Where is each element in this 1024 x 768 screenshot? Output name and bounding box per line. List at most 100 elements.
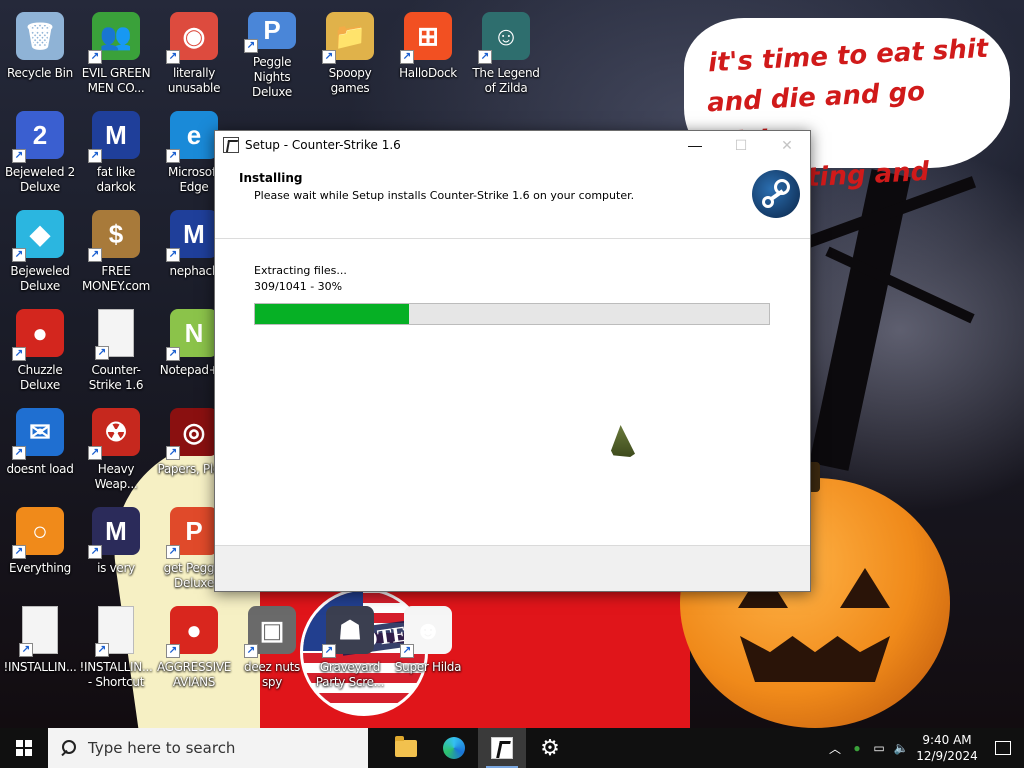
setup-window[interactable]: Setup - Counter-Strike 1.6 — ☐ ✕ Install… — [214, 130, 811, 592]
desktop-icon-label: Peggle Nights Deluxe — [252, 55, 292, 99]
desktop-icon-label: Everything — [9, 561, 71, 575]
counter-strike-icon — [223, 137, 239, 153]
minimize-button[interactable]: — — [672, 131, 718, 159]
peggle-icon: P ↗ — [244, 12, 296, 53]
desktop-icon-label: FREE MONEY.com — [82, 264, 150, 293]
notification-button[interactable] — [982, 728, 1024, 768]
title-bar[interactable]: Setup - Counter-Strike 1.6 — ☐ ✕ — [215, 131, 810, 159]
desktop-icon[interactable]: M ↗ fat like darkok — [77, 107, 155, 199]
desktop-icon[interactable]: ▣ ↗ deez nuts spy — [233, 602, 311, 694]
desktop-icon-label: !INSTALLIN... — [3, 660, 77, 674]
desktop-icon-label: HalloDock — [399, 66, 457, 80]
document-icon: ↗ — [19, 606, 58, 657]
papers-please-icon: ◎ ↗ — [166, 408, 218, 460]
radiation-icon: ☢ ↗ — [88, 408, 140, 460]
desktop-icon-label: !INSTALLIN... - Shortcut — [79, 660, 153, 689]
hilda-icon: ☻ ↗ — [400, 606, 452, 658]
shortcut-arrow-icon: ↗ — [12, 545, 26, 559]
notification-icon — [995, 741, 1011, 755]
desktop-icon[interactable]: ✉ ↗ doesnt load — [1, 404, 79, 496]
desktop-icon[interactable]: 📁 ↗ Spoopy games — [311, 8, 389, 100]
desktop-icon[interactable]: ⊞ ↗ HalloDock — [389, 8, 467, 100]
peggle-icon: P ↗ — [166, 507, 218, 559]
progress-bar — [254, 303, 770, 325]
taskbar-settings[interactable]: ⚙ — [526, 728, 574, 768]
desktop-icon[interactable]: ◆ ↗ Bejeweled Deluxe — [1, 206, 79, 298]
desktop-icon-label: Recycle Bin — [7, 66, 73, 80]
shortcut-arrow-icon: ↗ — [244, 644, 258, 658]
desktop-icon[interactable]: 2 ↗ Bejeweled 2 Deluxe — [1, 107, 79, 199]
desktop-icon-label: Chuzzle Deluxe — [17, 363, 63, 392]
desktop-icon-label: Bejeweled Deluxe — [10, 264, 70, 293]
wizard-header: Installing Please wait while Setup insta… — [215, 159, 810, 239]
windows-logo-icon: ⊞ ↗ — [400, 12, 452, 64]
desktop-icon[interactable]: ☢ ↗ Heavy Weap... — [77, 404, 155, 496]
desktop-icon[interactable]: P ↗ Peggle Nights Deluxe — [233, 8, 311, 100]
search-placeholder: Type here to search — [88, 739, 236, 757]
volume-icon[interactable]: 🔈 — [890, 728, 912, 768]
shortcut-arrow-icon: ↗ — [12, 347, 26, 361]
desktop-icon[interactable]: ↗ Counter-Strike 1.6 — [77, 305, 155, 397]
chuzzle-icon: ● ↗ — [12, 309, 64, 361]
taskbar-search[interactable]: Type here to search — [48, 728, 368, 768]
shortcut-arrow-icon: ↗ — [166, 248, 180, 262]
desktop-icon-label: Bejeweled 2 Deluxe — [4, 165, 75, 194]
desktop-icon[interactable]: ● ↗ AGGRESSIVE AVIANS — [155, 602, 233, 694]
shortcut-arrow-icon: ↗ — [95, 643, 109, 657]
desktop-icon[interactable]: ↗ !INSTALLIN... — [1, 602, 79, 694]
desktop-icon[interactable]: ☻ ↗ Super Hilda — [389, 602, 467, 694]
desktop-icon[interactable]: ↗ !INSTALLIN... - Shortcut — [77, 602, 155, 694]
desktop-icon[interactable]: ● ↗ Chuzzle Deluxe — [1, 305, 79, 397]
desktop-icon[interactable]: M ↗ is very — [77, 503, 155, 595]
desktop-icon[interactable]: 👥 ↗ EVIL GREEN MEN CO... — [77, 8, 155, 100]
desktop-icon-label: Graveyard Party Scre... — [315, 660, 385, 689]
desktop-icon[interactable]: 🗑 Recycle Bin — [1, 8, 79, 100]
folder-icon: 📁 ↗ — [322, 12, 374, 64]
wizard-body: Extracting files... 309/1041 - 30% — [215, 239, 810, 561]
bejeweled-icon: ◆ ↗ — [12, 210, 64, 262]
search-icon — [60, 740, 76, 756]
shortcut-arrow-icon: ↗ — [244, 39, 258, 53]
shortcut-arrow-icon: ↗ — [166, 149, 180, 163]
desktop-icon-label: is very — [97, 561, 135, 575]
start-button[interactable] — [0, 728, 48, 768]
page-subtitle: Please wait while Setup installs Counter… — [254, 189, 635, 202]
mpl-icon: M ↗ — [166, 210, 218, 262]
shortcut-arrow-icon: ↗ — [19, 643, 33, 657]
shortcut-arrow-icon: ↗ — [12, 149, 26, 163]
taskbar-counter-strike-setup[interactable] — [478, 728, 526, 768]
money-bag-icon: $ ↗ — [88, 210, 140, 262]
mpl-icon: M ↗ — [88, 111, 140, 163]
taskbar-edge[interactable] — [430, 728, 478, 768]
shortcut-arrow-icon: ↗ — [322, 50, 336, 64]
people-icon[interactable]: ● — [846, 728, 868, 768]
mpl-shield-icon: M ↗ — [88, 507, 140, 559]
taskbar-file-explorer[interactable] — [382, 728, 430, 768]
shortcut-arrow-icon: ↗ — [400, 50, 414, 64]
recycle-bin-icon: 🗑 — [16, 12, 64, 60]
edge-icon — [443, 737, 465, 759]
desktop-icon[interactable]: ◉ ↗ literally unusable — [155, 8, 233, 100]
angry-bird-icon: ● ↗ — [166, 606, 218, 658]
search-ring-icon: ○ ↗ — [12, 507, 64, 559]
desktop-icon[interactable]: ☺ ↗ The Legend of Zilda — [467, 8, 545, 100]
wizard-footer — [215, 545, 810, 591]
chrome-icon: ◉ ↗ — [166, 12, 218, 64]
desktop-icon[interactable]: $ ↗ FREE MONEY.com — [77, 206, 155, 298]
desktop-icon[interactable]: ☗ ↗ Graveyard Party Scre... — [311, 602, 389, 694]
windows-logo-icon — [16, 740, 32, 756]
counter-strike-icon — [491, 737, 513, 759]
gear-icon: ⚙ — [540, 735, 560, 760]
network-icon[interactable]: ▭ — [868, 728, 890, 768]
taskbar: Type here to search ⚙ ︿ ● ▭ 🔈 9:40 AM 12… — [0, 728, 1024, 768]
clock[interactable]: 9:40 AM 12/9/2024 — [912, 732, 982, 764]
document-icon: ↗ — [95, 309, 134, 360]
edge-icon: e ↗ — [166, 111, 218, 163]
shortcut-arrow-icon: ↗ — [12, 248, 26, 262]
shortcut-arrow-icon: ↗ — [88, 149, 102, 163]
close-button: ✕ — [781, 136, 793, 153]
graveyard-icon: ☗ ↗ — [322, 606, 374, 658]
desktop-icon[interactable]: ○ ↗ Everything — [1, 503, 79, 595]
chevron-up-icon[interactable]: ︿ — [824, 728, 846, 768]
shortcut-arrow-icon: ↗ — [478, 50, 492, 64]
